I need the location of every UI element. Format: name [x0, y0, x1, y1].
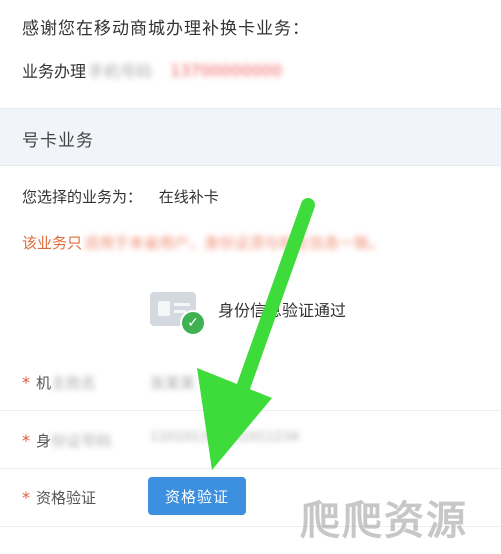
annotation-arrow-icon	[197, 198, 315, 470]
